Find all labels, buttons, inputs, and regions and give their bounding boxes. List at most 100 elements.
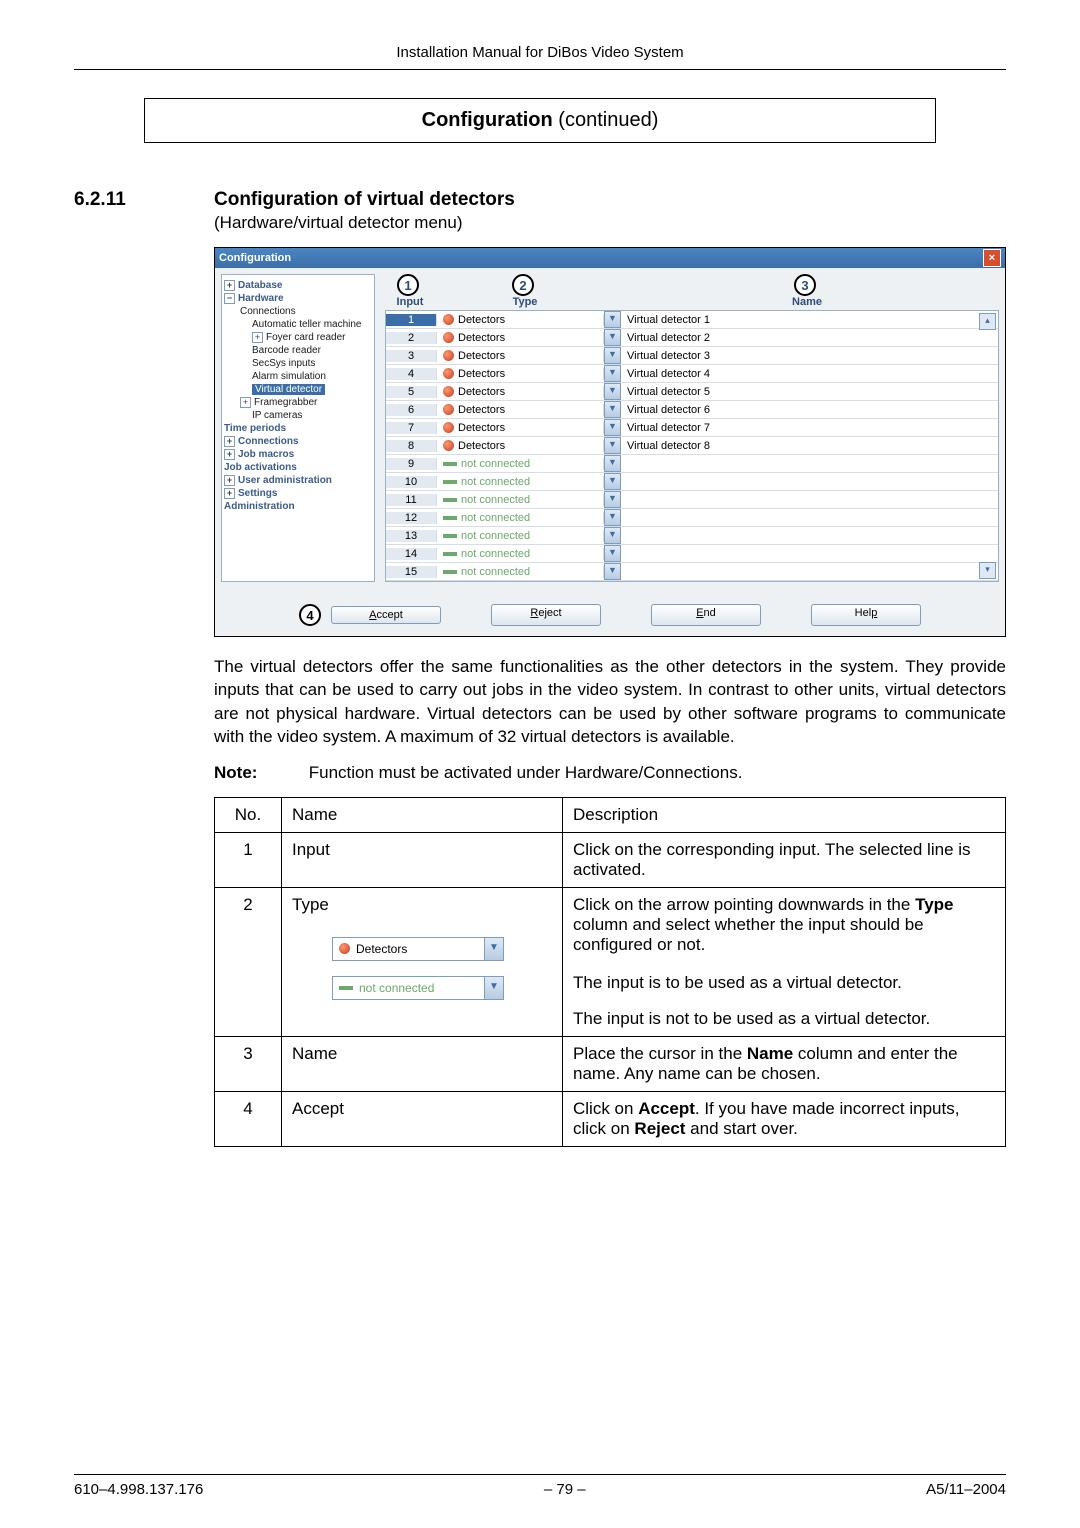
- grid-row[interactable]: 14not connected▼: [386, 545, 998, 563]
- detector-icon: [443, 314, 454, 325]
- col-name: Name: [792, 296, 822, 308]
- cell-desc: Click on the corresponding input. The se…: [563, 832, 1006, 887]
- tree-item[interactable]: Automatic teller machine: [224, 318, 372, 331]
- callout-4: 4: [299, 604, 321, 626]
- chevron-down-icon[interactable]: ▼: [604, 311, 621, 328]
- chevron-down-icon[interactable]: ▼: [604, 455, 621, 472]
- th-name: Name: [282, 797, 563, 832]
- tree-item[interactable]: SecSys inputs: [224, 357, 372, 370]
- cell-name-text: Type: [292, 895, 329, 914]
- chevron-down-icon[interactable]: ▼: [484, 977, 503, 999]
- tree-item[interactable]: Barcode reader: [224, 344, 372, 357]
- not-connected-icon: [443, 480, 457, 484]
- tree-item[interactable]: Connections: [224, 305, 372, 318]
- tree-item[interactable]: Alarm simulation: [224, 370, 372, 383]
- chevron-down-icon[interactable]: ▼: [604, 383, 621, 400]
- th-desc: Description: [563, 797, 1006, 832]
- detector-icon: [443, 440, 454, 451]
- not-connected-icon: [443, 516, 457, 520]
- grid-row[interactable]: 11not connected▼: [386, 491, 998, 509]
- tree-item[interactable]: Administration: [224, 500, 372, 513]
- tree-item[interactable]: −Hardware: [224, 292, 372, 305]
- grid-row[interactable]: 3Detectors▼Virtual detector 3: [386, 347, 998, 365]
- detector-icon: [443, 350, 454, 361]
- tree-item[interactable]: Job activations: [224, 461, 372, 474]
- grid-row[interactable]: 9not connected▼: [386, 455, 998, 473]
- not-connected-icon: [443, 462, 457, 466]
- chevron-down-icon[interactable]: ▼: [604, 545, 621, 562]
- description-table: No. Name Description 1 Input Click on th…: [214, 797, 1006, 1147]
- not-connected-icon: [339, 986, 353, 990]
- grid-row[interactable]: 6Detectors▼Virtual detector 6: [386, 401, 998, 419]
- detector-icon: [339, 943, 350, 954]
- scroll-down-icon[interactable]: ▾: [979, 562, 996, 579]
- accept-button[interactable]: Accept: [331, 606, 441, 624]
- chevron-down-icon[interactable]: ▼: [604, 401, 621, 418]
- cell-name: Name: [282, 1036, 563, 1091]
- tree-item[interactable]: Virtual detector: [224, 383, 372, 396]
- chevron-down-icon[interactable]: ▼: [604, 347, 621, 364]
- chevron-down-icon[interactable]: ▼: [604, 509, 621, 526]
- nav-tree[interactable]: +Database−HardwareConnectionsAutomatic t…: [221, 274, 375, 582]
- page-footer: 610–4.998.137.176 – 79 – A5/11–2004: [74, 1474, 1006, 1498]
- grid-row[interactable]: 10not connected▼: [386, 473, 998, 491]
- grid-row[interactable]: 13not connected▼: [386, 527, 998, 545]
- close-icon[interactable]: ×: [983, 249, 1001, 267]
- chevron-down-icon[interactable]: ▼: [604, 437, 621, 454]
- tree-item[interactable]: +Job macros: [224, 448, 372, 461]
- tree-item[interactable]: +Foyer card reader: [224, 331, 372, 344]
- table-row: 1 Input Click on the corresponding input…: [215, 832, 1006, 887]
- detector-icon: [443, 422, 454, 433]
- chevron-down-icon[interactable]: ▼: [604, 365, 621, 382]
- help-button[interactable]: Help: [811, 604, 921, 626]
- grid-row[interactable]: 8Detectors▼Virtual detector 8: [386, 437, 998, 455]
- detectors-dropdown[interactable]: Detectors▼: [332, 937, 504, 961]
- grid-row[interactable]: 5Detectors▼Virtual detector 5: [386, 383, 998, 401]
- tree-item[interactable]: IP cameras: [224, 409, 372, 422]
- grid-row[interactable]: 16not connected▼: [386, 581, 998, 582]
- chevron-down-icon[interactable]: ▼: [604, 329, 621, 346]
- chevron-down-icon[interactable]: ▼: [604, 581, 621, 582]
- banner-cont: (continued): [553, 109, 659, 131]
- not-connected-icon: [443, 534, 457, 538]
- chevron-down-icon[interactable]: ▼: [604, 563, 621, 580]
- footer-left: 610–4.998.137.176: [74, 1481, 203, 1498]
- detector-grid[interactable]: ▴ ▾ 1Detectors▼Virtual detector 12Detect…: [385, 310, 999, 582]
- grid-row[interactable]: 15not connected▼: [386, 563, 998, 581]
- grid-row[interactable]: 4Detectors▼Virtual detector 4: [386, 365, 998, 383]
- section-number: 6.2.11: [74, 189, 214, 1147]
- chevron-down-icon[interactable]: ▼: [604, 419, 621, 436]
- chevron-down-icon[interactable]: ▼: [604, 473, 621, 490]
- config-screenshot: Configuration × +Database−HardwareConnec…: [214, 247, 1006, 637]
- cell-desc: Click on the arrow pointing downwards in…: [563, 887, 1006, 1036]
- cell-desc: Click on Accept. If you have made incorr…: [563, 1091, 1006, 1146]
- cell-no: 3: [215, 1036, 282, 1091]
- end-button[interactable]: End: [651, 604, 761, 626]
- grid-row[interactable]: 12not connected▼: [386, 509, 998, 527]
- table-row: 2 Type Detectors▼ not connected▼ Click o…: [215, 887, 1006, 1036]
- grid-row[interactable]: 2Detectors▼Virtual detector 2: [386, 329, 998, 347]
- cell-desc: Place the cursor in the Name column and …: [563, 1036, 1006, 1091]
- note-line: Note: Function must be activated under H…: [214, 763, 1006, 783]
- tree-item[interactable]: +Settings: [224, 487, 372, 500]
- table-row: 4 Accept Click on Accept. If you have ma…: [215, 1091, 1006, 1146]
- dialog-buttons: 4 Accept Reject End Help: [215, 588, 1005, 636]
- tree-item[interactable]: Time periods: [224, 422, 372, 435]
- section-title: Configuration of virtual detectors: [214, 189, 1006, 211]
- tree-item[interactable]: +User administration: [224, 474, 372, 487]
- tree-item[interactable]: +Database: [224, 279, 372, 292]
- tree-item[interactable]: +Framegrabber: [224, 396, 372, 409]
- note-text: Function must be activated under Hardwar…: [309, 763, 743, 782]
- tree-item[interactable]: +Connections: [224, 435, 372, 448]
- grid-row[interactable]: 7Detectors▼Virtual detector 7: [386, 419, 998, 437]
- chevron-down-icon[interactable]: ▼: [484, 938, 503, 960]
- scroll-up-icon[interactable]: ▴: [979, 313, 996, 330]
- detector-icon: [443, 404, 454, 415]
- body-paragraph: The virtual detectors offer the same fun…: [214, 655, 1006, 749]
- chevron-down-icon[interactable]: ▼: [604, 527, 621, 544]
- grid-row[interactable]: 1Detectors▼Virtual detector 1: [386, 311, 998, 329]
- window-titlebar: Configuration ×: [215, 248, 1005, 268]
- reject-button[interactable]: Reject: [491, 604, 601, 626]
- chevron-down-icon[interactable]: ▼: [604, 491, 621, 508]
- notconnected-dropdown[interactable]: not connected▼: [332, 976, 504, 1000]
